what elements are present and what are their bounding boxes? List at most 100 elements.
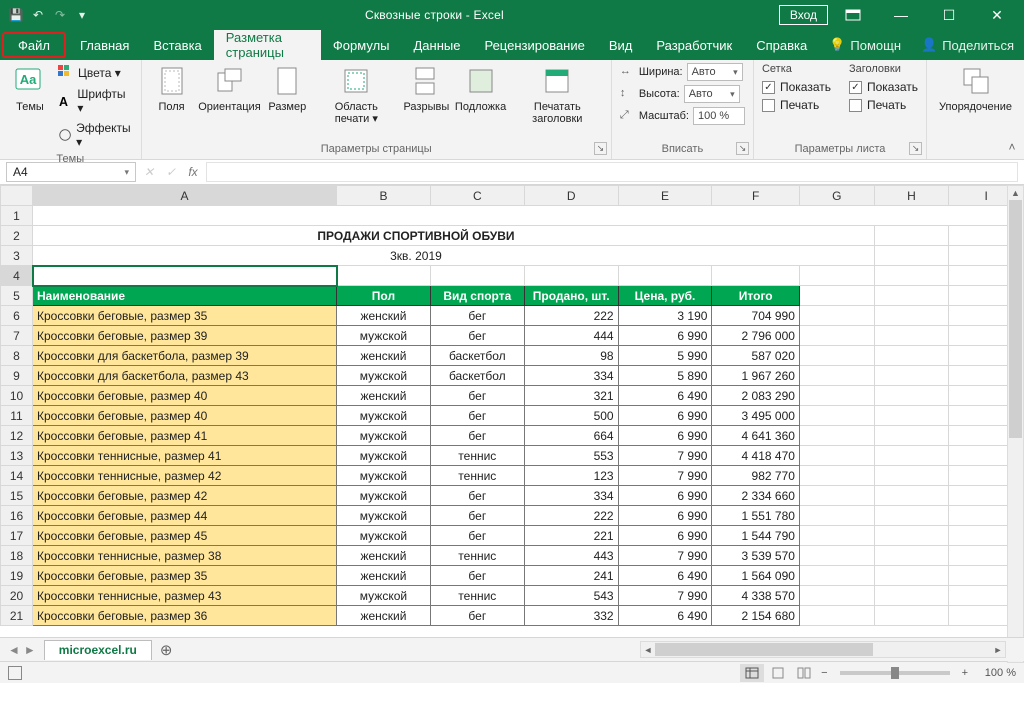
row-header[interactable]: 10: [1, 386, 33, 406]
width-combo[interactable]: Авто▾: [687, 63, 743, 81]
row-header[interactable]: 11: [1, 406, 33, 426]
cell[interactable]: 1 551 780: [712, 506, 799, 526]
row-header[interactable]: 1: [1, 206, 33, 226]
cell[interactable]: 5 890: [618, 366, 712, 386]
row-header[interactable]: 15: [1, 486, 33, 506]
cell[interactable]: бег: [430, 386, 524, 406]
cell[interactable]: 6 490: [618, 386, 712, 406]
formula-input[interactable]: [206, 162, 1018, 182]
cell[interactable]: [799, 346, 874, 366]
cell[interactable]: 2 796 000: [712, 326, 799, 346]
cell[interactable]: 2 083 290: [712, 386, 799, 406]
scale-spin[interactable]: 100 %: [693, 107, 745, 125]
cell[interactable]: [799, 566, 874, 586]
normal-view-icon[interactable]: [740, 664, 764, 682]
cell[interactable]: [874, 306, 949, 326]
row-header[interactable]: 2: [1, 226, 33, 246]
cell[interactable]: мужской: [337, 426, 431, 446]
fx-icon[interactable]: fx: [184, 165, 202, 179]
zoom-slider[interactable]: [840, 671, 950, 675]
cell[interactable]: [874, 366, 949, 386]
minimize-icon[interactable]: —: [878, 0, 924, 30]
cell[interactable]: [874, 406, 949, 426]
cell[interactable]: 241: [524, 566, 618, 586]
cell[interactable]: [874, 386, 949, 406]
cell[interactable]: теннис: [430, 546, 524, 566]
cell[interactable]: женский: [337, 546, 431, 566]
cell[interactable]: теннис: [430, 446, 524, 466]
tab-data[interactable]: Данные: [402, 30, 473, 60]
row-header[interactable]: 13: [1, 446, 33, 466]
sheet-tab[interactable]: microexcel.ru: [44, 640, 152, 660]
cell[interactable]: Кроссовки беговые, размер 39: [33, 326, 337, 346]
row-header[interactable]: 12: [1, 426, 33, 446]
cell[interactable]: 1 967 260: [712, 366, 799, 386]
row-header[interactable]: 14: [1, 466, 33, 486]
row-header[interactable]: 20: [1, 586, 33, 606]
cell[interactable]: Кроссовки беговые, размер 45: [33, 526, 337, 546]
cell[interactable]: 4 641 360: [712, 426, 799, 446]
zoom-in-icon[interactable]: +: [958, 667, 972, 679]
col-header[interactable]: H: [874, 186, 949, 206]
cell[interactable]: 7 990: [618, 586, 712, 606]
col-header[interactable]: F: [712, 186, 799, 206]
col-header[interactable]: D: [524, 186, 618, 206]
cell[interactable]: мужской: [337, 486, 431, 506]
tab-help[interactable]: Справка: [744, 30, 819, 60]
cell[interactable]: бег: [430, 566, 524, 586]
enter-icon[interactable]: ✓: [162, 165, 180, 179]
cell[interactable]: бег: [430, 606, 524, 626]
cell[interactable]: [799, 366, 874, 386]
sign-in-button[interactable]: Вход: [779, 5, 828, 25]
cell[interactable]: Кроссовки теннисные, размер 41: [33, 446, 337, 466]
cell[interactable]: 6 990: [618, 326, 712, 346]
cell[interactable]: 3 539 570: [712, 546, 799, 566]
cell[interactable]: 4 338 570: [712, 586, 799, 606]
cell[interactable]: 98: [524, 346, 618, 366]
cell[interactable]: [799, 306, 874, 326]
col-header[interactable]: E: [618, 186, 712, 206]
height-combo[interactable]: Авто▾: [684, 85, 740, 103]
cell[interactable]: Кроссовки для баскетбола, размер 39: [33, 346, 337, 366]
cell[interactable]: [799, 426, 874, 446]
cell[interactable]: [874, 586, 949, 606]
row-header[interactable]: 18: [1, 546, 33, 566]
col-header[interactable]: A: [33, 186, 337, 206]
page-layout-view-icon[interactable]: [766, 664, 790, 682]
cell[interactable]: 6 490: [618, 606, 712, 626]
cell[interactable]: 123: [524, 466, 618, 486]
cell[interactable]: 2 154 680: [712, 606, 799, 626]
cell[interactable]: Кроссовки беговые, размер 40: [33, 406, 337, 426]
worksheet-grid[interactable]: A B C D E F G H I 1 2ПРОДАЖИ СПОРТИВНОЙ …: [0, 185, 1024, 637]
cell[interactable]: [799, 506, 874, 526]
row-header[interactable]: 7: [1, 326, 33, 346]
cell[interactable]: мужской: [337, 366, 431, 386]
tell-me[interactable]: 💡Помощн: [819, 30, 911, 60]
cell[interactable]: 7 990: [618, 546, 712, 566]
cell[interactable]: 334: [524, 366, 618, 386]
cell[interactable]: Кроссовки теннисные, размер 43: [33, 586, 337, 606]
cancel-icon[interactable]: ✕: [140, 165, 158, 179]
headings-view-check[interactable]: ✓Показать: [849, 79, 918, 95]
sheet-next-icon[interactable]: ►: [24, 643, 36, 657]
tab-formulas[interactable]: Формулы: [321, 30, 402, 60]
cell[interactable]: мужской: [337, 446, 431, 466]
save-icon[interactable]: 💾: [8, 7, 24, 23]
cell[interactable]: 7 990: [618, 466, 712, 486]
colors-button[interactable]: Цвета ▾: [58, 63, 133, 83]
cell[interactable]: [799, 526, 874, 546]
cell[interactable]: 587 020: [712, 346, 799, 366]
tab-developer[interactable]: Разработчик: [644, 30, 744, 60]
gridlines-print-check[interactable]: Печать: [762, 97, 831, 113]
cell[interactable]: 4 418 470: [712, 446, 799, 466]
background-button[interactable]: Подложка: [455, 63, 506, 115]
cell[interactable]: [799, 406, 874, 426]
cell[interactable]: [874, 526, 949, 546]
cell[interactable]: [874, 446, 949, 466]
cell[interactable]: 664: [524, 426, 618, 446]
cell[interactable]: Кроссовки беговые, размер 41: [33, 426, 337, 446]
cell[interactable]: баскетбол: [430, 366, 524, 386]
new-sheet-icon[interactable]: ⊕: [152, 641, 181, 659]
cell[interactable]: [799, 546, 874, 566]
row-header[interactable]: 5: [1, 286, 33, 306]
